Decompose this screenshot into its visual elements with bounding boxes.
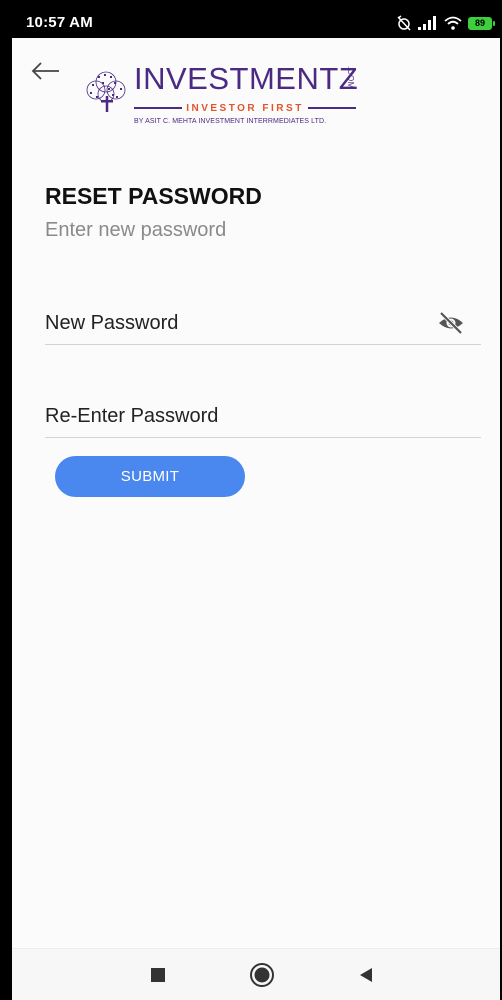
triangle-left-icon	[360, 968, 372, 982]
alarm-off-icon	[397, 15, 411, 31]
status-bar: 10:57 AM 89	[12, 7, 500, 38]
recents-button[interactable]	[145, 962, 171, 988]
logo-tagline: INVESTOR FIRST	[186, 102, 304, 114]
signal-icon	[418, 16, 436, 30]
page-title: RESET PASSWORD	[45, 183, 262, 209]
logo-com: .COM	[346, 66, 355, 89]
logo-rule-right	[307, 107, 357, 109]
logo-subtitle: BY ASIT C. MEHTA INVESTMENT INTERRMEDIAT…	[134, 118, 327, 125]
logo-tagline-row: INVESTOR FIRST	[134, 102, 357, 114]
reenter-password-input[interactable]	[45, 398, 481, 434]
status-time: 10:57 AM	[26, 14, 93, 31]
device-frame: 10:57 AM 89 INVESTMENTZ .COM INVESTOR FI…	[0, 0, 502, 1000]
submit-button[interactable]: SUBMIT	[55, 456, 245, 497]
wifi-icon	[444, 16, 462, 30]
password-visibility-toggle[interactable]	[437, 311, 465, 335]
new-password-field	[45, 305, 481, 345]
square-icon	[151, 968, 165, 982]
reenter-password-field	[45, 398, 481, 438]
brand-logo: INVESTMENTZ .COM INVESTOR FIRST BY ASIT …	[82, 62, 362, 134]
nav-back-button[interactable]	[353, 962, 379, 988]
battery-icon: 89	[468, 16, 495, 30]
system-nav-bar	[12, 948, 500, 1000]
battery-level: 89	[474, 17, 485, 28]
circle-icon	[250, 963, 274, 987]
tree-logo-icon	[86, 71, 126, 112]
back-button[interactable]	[30, 59, 62, 83]
logo-wordmark: INVESTMENTZ	[134, 61, 359, 96]
logo-rule-left	[134, 107, 183, 109]
new-password-input[interactable]	[45, 305, 481, 341]
page-subtitle: Enter new password	[45, 219, 227, 241]
home-button[interactable]	[249, 962, 275, 988]
status-icons: 89	[396, 13, 495, 33]
arrow-left-icon	[31, 62, 59, 80]
app-screen: 10:57 AM 89 INVESTMENTZ .COM INVESTOR FI…	[12, 7, 500, 1000]
eye-off-icon	[439, 311, 463, 335]
